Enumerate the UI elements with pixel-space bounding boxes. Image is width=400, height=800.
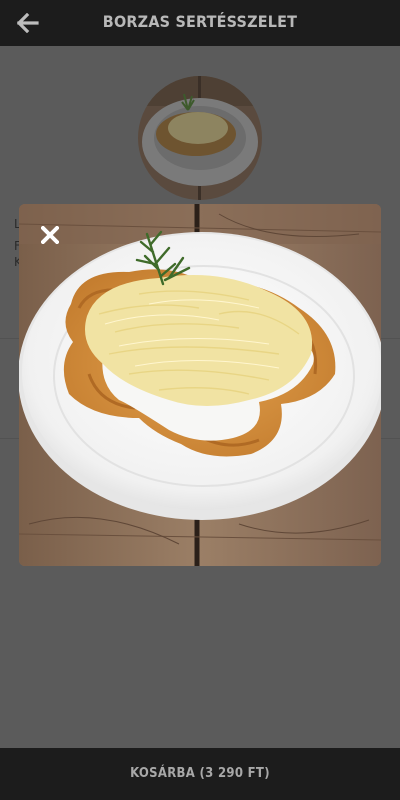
dish-thumbnail [138, 76, 262, 200]
page-title: BORZAS SERTÉSSZELET [102, 12, 298, 31]
close-button[interactable] [40, 225, 60, 245]
back-button[interactable] [14, 10, 42, 36]
image-lightbox [19, 204, 381, 566]
close-icon [41, 226, 59, 244]
top-bar: BORZAS SERTÉSSZELET [0, 0, 400, 46]
arrow-left-icon [17, 13, 39, 33]
dish-photo [19, 204, 381, 566]
add-to-cart-button[interactable]: KOSÁRBA (3 290 FT) [0, 748, 400, 800]
